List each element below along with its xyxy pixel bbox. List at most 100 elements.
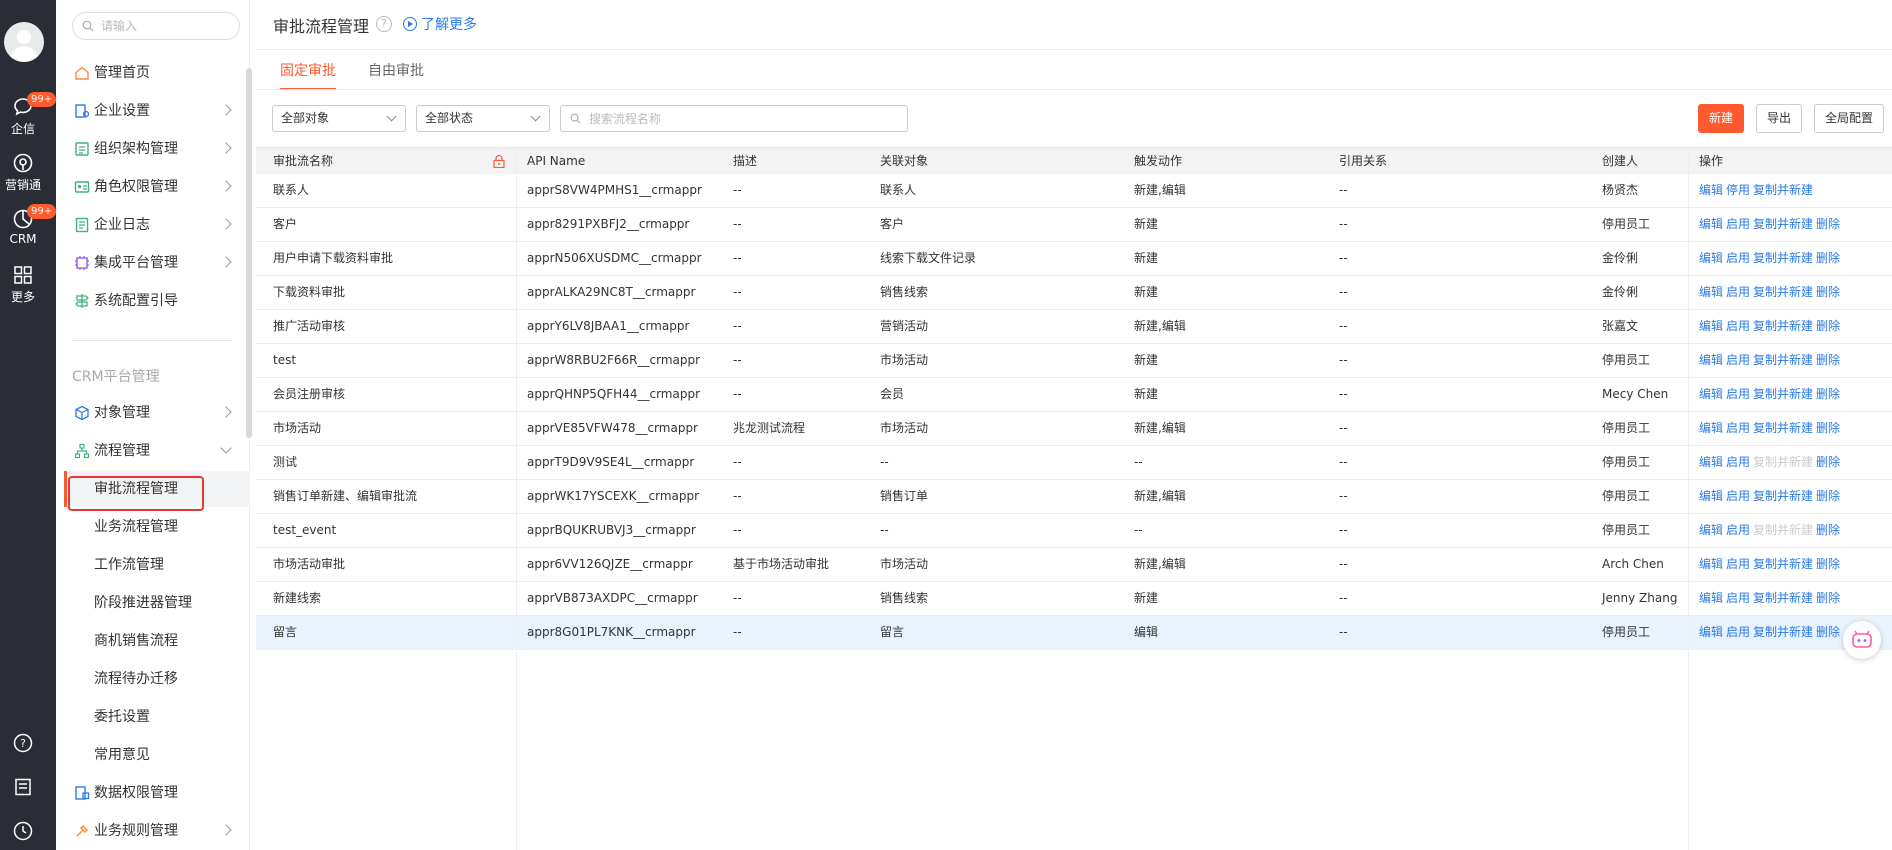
delete-link[interactable]: 删除 xyxy=(1816,455,1840,469)
sidebar-item-home[interactable]: 管理首页 xyxy=(64,56,250,90)
object-filter-select[interactable]: 全部对象 xyxy=(272,105,406,132)
delete-link[interactable]: 删除 xyxy=(1816,319,1840,333)
table-row[interactable]: 推广活动审核 apprY6LV8JBAA1__crmappr -- 营销活动 新建,编辑… xyxy=(256,310,1892,344)
lock-icon[interactable] xyxy=(493,155,505,168)
sidebar-item-enterprise-log[interactable]: 企业日志 xyxy=(64,208,250,242)
table-row[interactable]: test_event apprBQUKRUBVJ3__crmappr -- -- -- -… xyxy=(256,514,1892,548)
toggle-status-link[interactable]: 启用 xyxy=(1726,353,1750,367)
edit-link[interactable]: 编辑 xyxy=(1699,319,1723,333)
sidebar-subitem-opportunity-sales[interactable]: 商机销售流程 xyxy=(64,623,250,659)
sidebar-item-object-management[interactable]: 对象管理 xyxy=(64,396,250,430)
sidebar-subitem-common-opinions[interactable]: 常用意见 xyxy=(64,737,250,773)
table-row[interactable]: 新建线索 apprVB873AXDPC__crmappr -- 销售线索 新建 -- Jen… xyxy=(256,582,1892,616)
sidebar-subitem-approval-flow[interactable]: 审批流程管理 xyxy=(64,471,250,507)
toggle-status-link[interactable]: 启用 xyxy=(1726,489,1750,503)
delete-link[interactable]: 删除 xyxy=(1816,421,1840,435)
toggle-status-link[interactable]: 启用 xyxy=(1726,591,1750,605)
delete-link[interactable]: 删除 xyxy=(1816,353,1840,367)
delete-link[interactable]: 删除 xyxy=(1816,217,1840,231)
copy-and-new-link[interactable]: 复制并新建 xyxy=(1753,217,1813,231)
assistant-bot-icon[interactable] xyxy=(1843,621,1881,659)
help-icon[interactable]: ? xyxy=(12,732,34,754)
toggle-status-link[interactable]: 启用 xyxy=(1726,251,1750,265)
rail-item-qixin[interactable]: 企信 99+ xyxy=(0,92,57,137)
copy-and-new-link[interactable]: 复制并新建 xyxy=(1753,285,1813,299)
status-filter-select[interactable]: 全部状态 xyxy=(416,105,550,132)
sidebar-item-data-permission[interactable]: 数据权限管理 xyxy=(64,776,250,810)
table-row[interactable]: 客户 appr8291PXBFJ2__crmappr -- 客户 新建 -- 停用员工 编辑启… xyxy=(256,208,1892,242)
toggle-status-link[interactable]: 启用 xyxy=(1726,557,1750,571)
sidebar-item-flow-management[interactable]: 流程管理 xyxy=(64,434,250,468)
toggle-status-link[interactable]: 启用 xyxy=(1726,387,1750,401)
delete-link[interactable]: 删除 xyxy=(1816,489,1840,503)
sidebar-scrollbar[interactable] xyxy=(246,68,252,438)
tab-free-approval[interactable]: 自由审批 xyxy=(368,60,424,90)
copy-and-new-link[interactable]: 复制并新建 xyxy=(1753,387,1813,401)
edit-link[interactable]: 编辑 xyxy=(1699,183,1723,197)
sidebar-subitem-business-flow[interactable]: 业务流程管理 xyxy=(64,509,250,545)
edit-link[interactable]: 编辑 xyxy=(1699,217,1723,231)
table-row[interactable]: 留言 appr8G01PL7KNK__crmappr -- 留言 编辑 -- 停用员工 编辑启… xyxy=(256,616,1892,650)
sidebar-subitem-stage-advancer[interactable]: 阶段推进器管理 xyxy=(64,585,250,621)
table-row[interactable]: 测试 apprT9D9V9SE4L__crmappr -- -- -- -- 停用员工 编辑启… xyxy=(256,446,1892,480)
export-button[interactable]: 导出 xyxy=(1756,104,1803,133)
table-row[interactable]: 销售订单新建、编辑审批流 apprWK17YSCEXK__crmappr -- 销售订… xyxy=(256,480,1892,514)
delete-link[interactable]: 删除 xyxy=(1816,557,1840,571)
learn-more-link[interactable]: 了解更多 xyxy=(403,14,477,34)
sidebar-item-business-rules[interactable]: 业务规则管理 xyxy=(64,814,250,848)
edit-link[interactable]: 编辑 xyxy=(1699,285,1723,299)
toggle-status-link[interactable]: 启用 xyxy=(1726,421,1750,435)
sidebar-item-config-guide[interactable]: 系统配置引导 xyxy=(64,284,250,318)
toggle-status-link[interactable]: 启用 xyxy=(1726,285,1750,299)
toggle-status-link[interactable]: 启用 xyxy=(1726,523,1750,537)
edit-link[interactable]: 编辑 xyxy=(1699,489,1723,503)
delete-link[interactable]: 删除 xyxy=(1816,591,1840,605)
copy-and-new-link[interactable]: 复制并新建 xyxy=(1753,591,1813,605)
edit-link[interactable]: 编辑 xyxy=(1699,455,1723,469)
sidebar-subitem-todo-migration[interactable]: 流程待办迁移 xyxy=(64,661,250,697)
table-row[interactable]: test apprW8RBU2F66R__crmappr -- 市场活动 新建 -- 停用员… xyxy=(256,344,1892,378)
copy-and-new-link[interactable]: 复制并新建 xyxy=(1753,353,1813,367)
avatar[interactable] xyxy=(4,22,44,62)
tab-fixed-approval[interactable]: 固定审批 xyxy=(280,60,336,90)
rail-item-marketing[interactable]: 营销通 xyxy=(0,152,46,193)
edit-link[interactable]: 编辑 xyxy=(1699,353,1723,367)
edit-link[interactable]: 编辑 xyxy=(1699,421,1723,435)
clock-icon[interactable] xyxy=(12,820,34,842)
help-icon[interactable]: ? xyxy=(376,16,392,32)
rail-item-crm[interactable]: CRM 99+ xyxy=(0,204,57,246)
toggle-status-link[interactable]: 启用 xyxy=(1726,319,1750,333)
new-button[interactable]: 新建 xyxy=(1698,104,1745,133)
sidebar-item-integration[interactable]: 集成平台管理 xyxy=(64,246,250,280)
edit-link[interactable]: 编辑 xyxy=(1699,557,1723,571)
copy-and-new-link[interactable]: 复制并新建 xyxy=(1753,557,1813,571)
edit-link[interactable]: 编辑 xyxy=(1699,591,1723,605)
global-config-button[interactable]: 全局配置 xyxy=(1814,104,1885,133)
sidebar-subitem-delegation[interactable]: 委托设置 xyxy=(64,699,250,735)
sidebar-subitem-workflow[interactable]: 工作流管理 xyxy=(64,547,250,583)
delete-link[interactable]: 删除 xyxy=(1816,251,1840,265)
rail-item-more[interactable]: 更多 xyxy=(0,264,46,305)
sidebar-item-enterprise-settings[interactable]: 企业设置 xyxy=(64,94,250,128)
sidebar-item-org-structure[interactable]: 组织架构管理 xyxy=(64,132,250,166)
edit-link[interactable]: 编辑 xyxy=(1699,387,1723,401)
notes-icon[interactable] xyxy=(12,776,34,798)
copy-and-new-link[interactable]: 复制并新建 xyxy=(1753,421,1813,435)
table-row[interactable]: 用户申请下载资料审批 apprN506XUSDMC__crmappr -- 线索下载文… xyxy=(256,242,1892,276)
delete-link[interactable]: 删除 xyxy=(1816,625,1840,639)
table-row[interactable]: 会员注册审核 apprQHNP5QFH44__crmappr -- 会员 新建 -- Mec… xyxy=(256,378,1892,412)
table-row[interactable]: 市场活动审批 appr6VV126QJZE__crmappr 基于市场活动审批 市场活… xyxy=(256,548,1892,582)
toggle-status-link[interactable]: 启用 xyxy=(1726,217,1750,231)
sidebar-item-role-permission[interactable]: 角色权限管理 xyxy=(64,170,250,204)
delete-link[interactable]: 删除 xyxy=(1816,523,1840,537)
copy-and-new-link[interactable]: 复制并新建 xyxy=(1753,625,1813,639)
table-row[interactable]: 市场活动 apprVE85VFW478__crmappr 兆龙测试流程 市场活动 新建,… xyxy=(256,412,1892,446)
edit-link[interactable]: 编辑 xyxy=(1699,523,1723,537)
copy-and-new-link[interactable]: 复制并新建 xyxy=(1753,183,1813,197)
copy-and-new-link[interactable]: 复制并新建 xyxy=(1753,319,1813,333)
menu-search-input[interactable] xyxy=(72,12,240,40)
copy-and-new-link[interactable]: 复制并新建 xyxy=(1753,251,1813,265)
table-row[interactable]: 下载资料审批 apprALKA29NC8T__crmappr -- 销售线索 新建 -- 金… xyxy=(256,276,1892,310)
edit-link[interactable]: 编辑 xyxy=(1699,251,1723,265)
delete-link[interactable]: 删除 xyxy=(1816,285,1840,299)
